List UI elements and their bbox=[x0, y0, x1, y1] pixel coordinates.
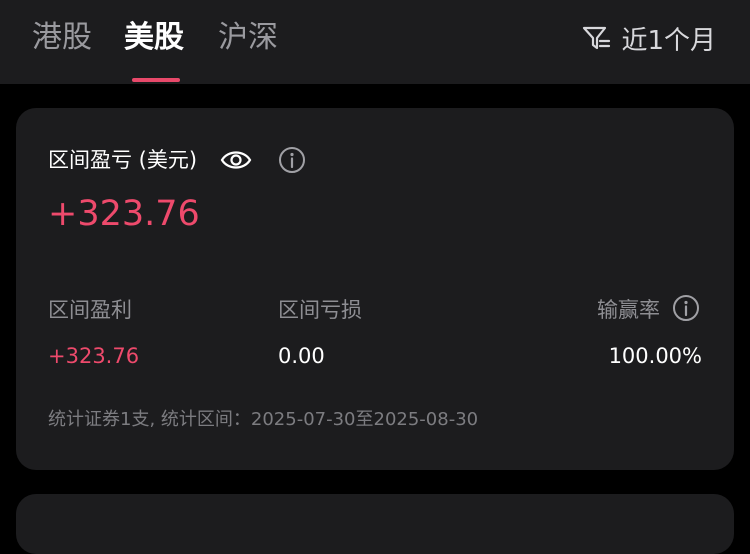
loss-label: 区间亏损 bbox=[278, 298, 362, 322]
period-filter-label: 近1个月 bbox=[621, 25, 716, 56]
filter-icon bbox=[583, 26, 611, 50]
card-title: 区间盈亏 (美元) bbox=[48, 148, 198, 172]
winrate-info-icon[interactable] bbox=[672, 294, 700, 322]
total-pnl-value: +323.76 bbox=[48, 194, 200, 234]
profit-value: +323.76 bbox=[48, 344, 140, 368]
top-tab-bar: 港股 美股 沪深 近1个月 bbox=[0, 0, 750, 84]
pnl-summary-card: 区间盈亏 (美元) +323.76 区间盈利 区间亏损 输赢率 +323.76 … bbox=[16, 108, 734, 470]
eye-icon[interactable] bbox=[220, 147, 252, 173]
next-card bbox=[16, 494, 734, 554]
period-filter-button[interactable]: 近1个月 bbox=[581, 18, 716, 58]
winrate-value: 100.00% bbox=[608, 344, 702, 368]
statistics-footnote: 统计证券1支, 统计区间：2025-07-30至2025-08-30 bbox=[48, 409, 479, 430]
loss-value: 0.00 bbox=[278, 344, 325, 368]
profit-label: 区间盈利 bbox=[48, 298, 132, 322]
active-tab-indicator bbox=[132, 78, 180, 82]
tab-us-stocks[interactable]: 美股 bbox=[124, 18, 184, 58]
tab-hk-stocks[interactable]: 港股 bbox=[32, 18, 92, 58]
tab-sh-sz-stocks[interactable]: 沪深 bbox=[218, 18, 278, 58]
winrate-label: 输赢率 bbox=[597, 298, 660, 322]
info-icon[interactable] bbox=[278, 146, 306, 174]
